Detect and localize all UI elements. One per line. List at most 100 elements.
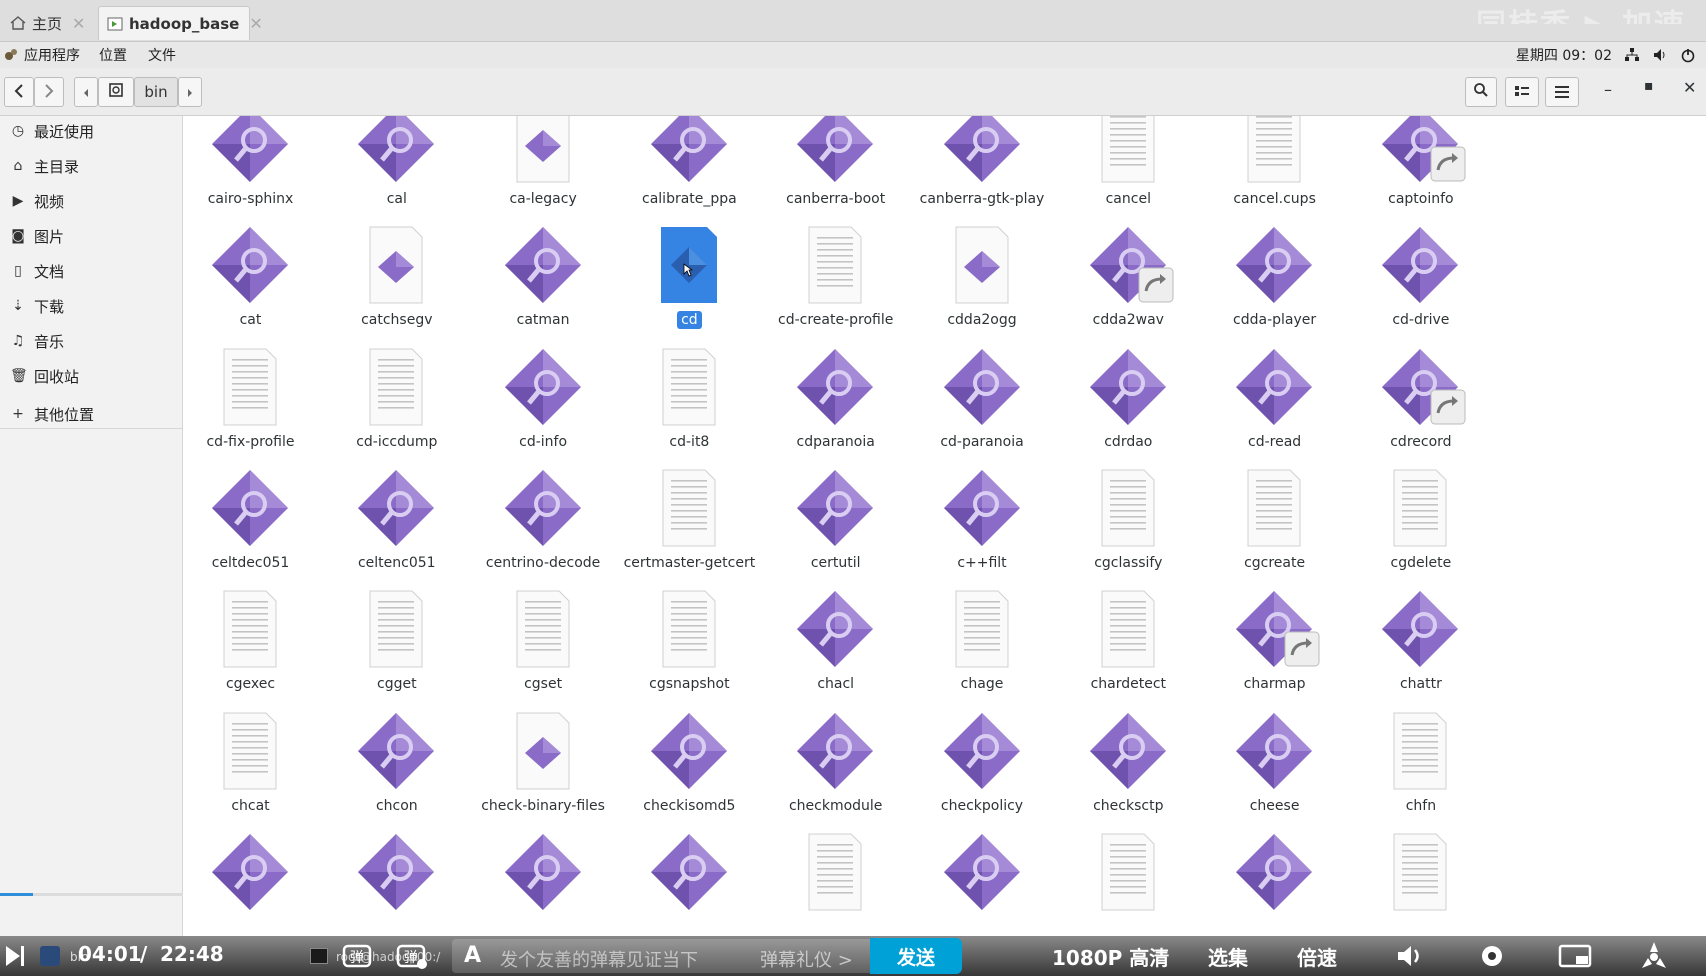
danmu-toggle-icon[interactable]: 弹	[342, 940, 374, 974]
tab-hadoop-base[interactable]: hadoop_base ✕	[98, 6, 263, 40]
file-item[interactable]: cd-create-profile	[756, 225, 915, 355]
sidebar-item-music[interactable]: ♫ 音乐	[0, 326, 183, 356]
file-item[interactable]: chacl	[756, 589, 915, 719]
file-item[interactable]: chcon	[317, 711, 476, 841]
file-item[interactable]: chage	[903, 589, 1062, 719]
sidebar-item-documents[interactable]: ▯ 文档	[0, 256, 183, 286]
speed-button[interactable]: 倍速	[1297, 942, 1337, 971]
picture-in-picture-icon[interactable]	[1558, 942, 1594, 974]
send-button[interactable]: 发送	[870, 938, 962, 974]
forward-button[interactable]	[34, 77, 64, 107]
settings-gear-icon[interactable]	[1476, 942, 1508, 974]
file-item[interactable]: cdda2wav	[1049, 225, 1208, 355]
path-segment-bin[interactable]: bin	[134, 77, 178, 107]
menu-button[interactable]	[1545, 77, 1579, 107]
menu-places[interactable]: 位置	[99, 45, 127, 65]
file-item[interactable]: cgcreate	[1195, 468, 1354, 598]
file-item[interactable]: cgclassify	[1049, 468, 1208, 598]
file-item[interactable]: cgexec	[184, 589, 330, 719]
file-item[interactable]: charmap	[1195, 589, 1354, 719]
volume-icon[interactable]	[1395, 942, 1427, 974]
sidebar-item-home[interactable]: ⌂ 主目录	[0, 151, 183, 181]
terminal-window-icon[interactable]	[310, 948, 328, 964]
file-item[interactable]: check-binary-files	[464, 711, 623, 841]
file-item[interactable]: checkmodule	[756, 711, 915, 841]
file-item[interactable]: cgdelete	[1341, 468, 1500, 598]
file-item[interactable]: chardetect	[1049, 589, 1208, 719]
file-item[interactable]	[184, 832, 330, 936]
file-item[interactable]	[610, 832, 769, 936]
video-progress-bar[interactable]	[0, 893, 183, 896]
file-item[interactable]: calibrate_ppa	[610, 116, 769, 234]
danmu-input[interactable]: A 发个友善的弹幕见证当下 弹幕礼仪 >	[452, 939, 870, 973]
file-item[interactable]	[1195, 832, 1354, 936]
file-item[interactable]: cheese	[1195, 711, 1354, 841]
file-item[interactable]: checksctp	[1049, 711, 1208, 841]
path-scroll-right-button[interactable]	[178, 77, 202, 107]
file-item[interactable]: ca-legacy	[464, 116, 623, 234]
text-style-icon[interactable]: A	[464, 943, 481, 968]
path-scroll-left-button[interactable]	[74, 77, 98, 107]
sidebar-item-trash[interactable]: 🗑 回收站	[0, 361, 183, 391]
file-item[interactable]: cd-iccdump	[317, 347, 476, 477]
file-item[interactable]: cd-info	[464, 347, 623, 477]
path-root-button[interactable]	[98, 77, 134, 107]
file-item[interactable]: cgset	[464, 589, 623, 719]
file-item[interactable]: cal	[317, 116, 476, 234]
episodes-button[interactable]: 选集	[1208, 942, 1248, 971]
file-item[interactable]: centrino-decode	[464, 468, 623, 598]
file-item[interactable]	[756, 832, 915, 936]
fullscreen-icon[interactable]	[1636, 940, 1672, 976]
file-item[interactable]: cancel	[1049, 116, 1208, 234]
file-item[interactable]: cdda-player	[1195, 225, 1354, 355]
sidebar-item-downloads[interactable]: ⇣ 下载	[0, 291, 183, 321]
file-item[interactable]	[317, 832, 476, 936]
file-item[interactable]: cgget	[317, 589, 476, 719]
close-window-icon[interactable]: ✕	[1683, 78, 1696, 97]
file-item[interactable]: canberra-boot	[756, 116, 915, 234]
file-item[interactable]: checkisomd5	[610, 711, 769, 841]
file-item[interactable]: captoinfo	[1341, 116, 1500, 234]
power-icon[interactable]	[1680, 47, 1696, 63]
file-item[interactable]	[1049, 832, 1208, 936]
close-tab-icon[interactable]: ✕	[249, 14, 262, 33]
sidebar-item-pictures[interactable]: ◙ 图片	[0, 221, 183, 251]
network-icon[interactable]	[1624, 47, 1640, 63]
file-item[interactable]: cd	[610, 225, 769, 355]
close-tab-icon[interactable]: ✕	[72, 14, 85, 33]
danmu-etiquette-link[interactable]: 弹幕礼仪 >	[760, 946, 853, 972]
sidebar-item-recent[interactable]: ◷ 最近使用	[0, 116, 183, 146]
file-item[interactable]: cd-drive	[1341, 225, 1500, 355]
file-item[interactable]: cd-read	[1195, 347, 1354, 477]
file-item[interactable]: cdda2ogg	[903, 225, 1062, 355]
file-item[interactable]: cdrecord	[1341, 347, 1500, 477]
file-item[interactable]: chattr	[1341, 589, 1500, 719]
file-item[interactable]: catman	[464, 225, 623, 355]
danmu-settings-icon[interactable]: 弹	[396, 940, 428, 974]
file-item[interactable]: celtdec051	[184, 468, 330, 598]
file-item[interactable]: cd-it8	[610, 347, 769, 477]
file-item[interactable]	[464, 832, 623, 936]
file-item[interactable]: cdrdao	[1049, 347, 1208, 477]
file-item[interactable]: cairo-sphinx	[184, 116, 330, 234]
file-item[interactable]: cat	[184, 225, 330, 355]
minimize-icon[interactable]: –	[1604, 80, 1612, 99]
file-item[interactable]: cd-paranoia	[903, 347, 1062, 477]
file-item[interactable]: checkpolicy	[903, 711, 1062, 841]
file-item[interactable]: cancel.cups	[1195, 116, 1354, 234]
bin-window-icon[interactable]	[40, 946, 60, 966]
sidebar-item-videos[interactable]: ▶ 视频	[0, 186, 183, 216]
tab-home[interactable]: 主页 ✕	[2, 6, 94, 40]
file-item[interactable]: cgsnapshot	[610, 589, 769, 719]
volume-icon[interactable]	[1652, 47, 1668, 63]
menu-applications[interactable]: 应用程序	[24, 45, 80, 65]
file-item[interactable]: cd-fix-profile	[184, 347, 330, 477]
maximize-icon[interactable]: ▪	[1644, 78, 1654, 94]
file-item[interactable]: c++filt	[903, 468, 1062, 598]
back-button[interactable]	[4, 77, 34, 107]
file-item[interactable]: certmaster-getcert	[610, 468, 769, 598]
file-item[interactable]: chfn	[1341, 711, 1500, 841]
file-item[interactable]: catchsegv	[317, 225, 476, 355]
clock[interactable]: 星期四 09：02	[1516, 45, 1612, 65]
file-item[interactable]	[1341, 832, 1500, 936]
